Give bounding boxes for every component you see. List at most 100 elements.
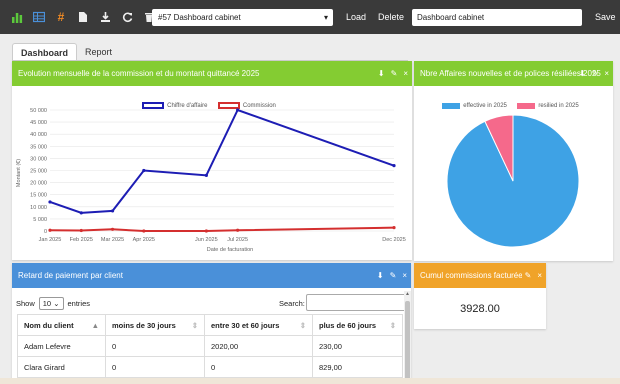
y-tick-label: 15 000 [30, 193, 47, 199]
close-icon[interactable]: × [537, 263, 542, 288]
close-icon[interactable]: × [604, 61, 609, 86]
load-button[interactable]: Load [346, 12, 366, 22]
column-header[interactable]: Nom du client ▲ [17, 314, 106, 336]
download-icon[interactable] [96, 8, 114, 26]
x-tick-label: Jan 2025 [39, 237, 62, 243]
data-point[interactable] [392, 226, 396, 230]
new-file-icon[interactable] [74, 8, 92, 26]
edit-icon[interactable]: ✎ [592, 61, 599, 86]
table-cell: 0 [204, 356, 313, 378]
data-point[interactable] [48, 228, 52, 232]
search-input[interactable] [306, 294, 410, 311]
table-cell: 0 [105, 335, 205, 357]
scroll-up-icon[interactable]: ▲ [405, 291, 410, 297]
table-row[interactable]: Adam Lefevre 0 2020,00 230,00 [17, 335, 403, 357]
dashboard-select[interactable]: #57 Dashboard cabinet ▾ [152, 9, 333, 26]
cumul-title: Cumul commissions facturées [420, 271, 527, 280]
table-icon[interactable] [30, 8, 48, 26]
data-point[interactable] [236, 108, 240, 112]
close-icon[interactable]: × [402, 263, 407, 288]
edit-icon[interactable]: ✎ [390, 263, 397, 288]
dashboard-name-input[interactable] [412, 9, 582, 26]
entries-control: Show 10 ⌄ entries [16, 297, 91, 310]
data-point[interactable] [142, 229, 146, 233]
sort-icon: ▲ [91, 320, 99, 330]
x-tick-label: Mar 2025 [101, 237, 124, 243]
download-icon[interactable]: ⬇ [579, 61, 586, 86]
data-point[interactable] [110, 227, 115, 231]
entries-select[interactable]: 10 ⌄ [38, 297, 64, 310]
y-tick-label: 5 000 [33, 217, 47, 223]
table-cell: 2020,00 [204, 335, 313, 357]
y-tick-label: 40 000 [30, 132, 47, 138]
column-header[interactable]: entre 30 et 60 jours ⇕ [204, 314, 313, 336]
pie-chart-title: Nbre Affaires nouvelles et de polices ré… [420, 69, 601, 78]
data-point[interactable] [204, 229, 208, 233]
pie-chart-panel: Nbre Affaires nouvelles et de polices ré… [414, 61, 613, 261]
x-tick-label: Jul 2025 [227, 237, 248, 243]
close-icon[interactable]: × [403, 61, 408, 86]
scrollbar[interactable]: ▲ [404, 291, 411, 384]
cumul-panel: Cumul commissions facturées ✎ × 3928.00 [414, 263, 546, 329]
table-cell: 230,00 [312, 335, 403, 357]
data-point[interactable] [110, 209, 115, 213]
series-line-ca [49, 108, 395, 214]
sort-icon: ⇕ [389, 320, 396, 330]
y-tick-label: 45 000 [30, 120, 47, 126]
table-panel-title: Retard de paiement par client [18, 271, 123, 280]
line-chart-title: Evolution mensuelle de la commission et … [18, 69, 260, 78]
search-label: Search: [279, 299, 305, 308]
column-header[interactable]: plus de 60 jours ⇕ [312, 314, 403, 336]
series-line-commission [49, 226, 395, 232]
data-point[interactable] [236, 228, 240, 232]
table-header-row: Nom du client ▲ moins de 30 jours ⇕ entr… [17, 314, 403, 336]
cumul-value: 3928.00 [460, 303, 500, 315]
table-cell: Adam Lefevre [17, 335, 106, 357]
download-icon[interactable]: ⬇ [378, 61, 385, 86]
x-tick-label: Feb 2025 [70, 237, 93, 243]
scrollbar-thumb[interactable] [405, 301, 410, 381]
data-point[interactable] [79, 211, 83, 215]
sort-icon: ⇕ [191, 320, 198, 330]
refresh-icon[interactable] [118, 8, 136, 26]
pie-chart [446, 114, 580, 248]
y-axis-label: Montant (€) [16, 159, 22, 187]
pie-chart-header: Nbre Affaires nouvelles et de polices ré… [414, 61, 613, 86]
data-point[interactable] [204, 173, 208, 177]
bar-chart-icon[interactable] [8, 8, 26, 26]
chevron-down-icon: ▾ [323, 13, 328, 22]
table-row[interactable]: Clara Girard 0 0 829,00 [17, 356, 403, 378]
edit-icon[interactable]: ✎ [391, 61, 398, 86]
download-icon[interactable]: ⬇ [377, 263, 384, 288]
x-tick-label: Dec 2025 [382, 237, 406, 243]
data-point[interactable] [48, 200, 52, 204]
save-button[interactable]: Save [595, 12, 616, 22]
table-header-bar: Retard de paiement par client ⬇ ✎ × [12, 263, 411, 288]
line-chart-panel: Evolution mensuelle de la commission et … [12, 61, 412, 260]
y-tick-label: 0 [44, 229, 47, 235]
table-panel: Retard de paiement par client ⬇ ✎ × Show… [12, 263, 411, 384]
data-point[interactable] [79, 228, 83, 233]
table-cell: 829,00 [312, 356, 403, 378]
column-header[interactable]: moins de 30 jours ⇕ [105, 314, 205, 336]
bottom-strip [0, 378, 620, 384]
y-tick-label: 20 000 [30, 181, 47, 187]
x-axis-label: Date de facturation [207, 247, 253, 253]
y-tick-label: 30 000 [30, 156, 47, 162]
x-tick-label: Apr 2025 [133, 237, 155, 243]
y-tick-label: 10 000 [30, 205, 47, 211]
x-tick-label: Jun 2025 [195, 237, 218, 243]
line-chart-header: Evolution mensuelle de la commission et … [12, 61, 412, 86]
table-cell: Clara Girard [17, 356, 106, 378]
late-payments-table: Nom du client ▲ moins de 30 jours ⇕ entr… [17, 314, 403, 378]
dashboard-select-value: #57 Dashboard cabinet [158, 13, 241, 22]
data-point[interactable] [392, 164, 396, 168]
cumul-header: Cumul commissions facturées ✎ × [414, 263, 546, 288]
edit-icon[interactable]: ✎ [525, 263, 532, 288]
data-point[interactable] [142, 168, 146, 173]
y-tick-label: 50 000 [30, 108, 47, 114]
y-tick-label: 25 000 [30, 169, 47, 175]
hash-icon[interactable]: # [52, 8, 70, 26]
delete-button[interactable]: Delete [378, 12, 404, 22]
y-tick-label: 35 000 [30, 144, 47, 150]
